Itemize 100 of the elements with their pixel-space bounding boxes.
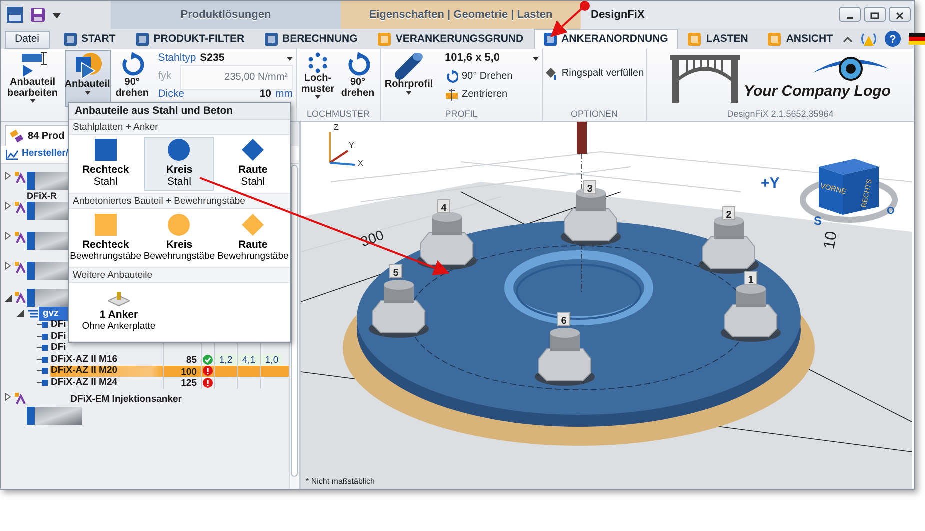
anchor-item-icon [37,356,49,364]
product-label: DFiX-EM Injektionsanker [70,392,182,406]
menu-section-heading: Anbetoniertes Bauteil + Bewehrungstäbe [69,194,290,209]
anchor-number: 3 [584,180,596,195]
chart-icon [6,150,18,160]
caret-icon [30,99,36,103]
table-cell: 4,1 [237,354,260,366]
ribbon-tab[interactable]: Datei [5,31,50,49]
direction-label: +Y [761,175,780,192]
anchor-item-icon [37,321,49,330]
scrollbar-thumb[interactable] [291,165,298,477]
product-icon [15,232,27,244]
expand-icon[interactable] [5,172,11,180]
menu-item[interactable]: Rechteck Stahl [70,137,141,191]
expand-icon[interactable] [5,202,11,210]
part-button[interactable]: Anbauteil [64,50,111,107]
axis-triad-icon [329,132,356,166]
tab-icon [378,33,391,46]
expand-icon[interactable] [5,262,11,270]
menu-item[interactable]: Kreis Bewehrungstäbe [144,211,214,265]
anchor-number: 2 [722,206,736,221]
steel-type-select[interactable]: S235 [200,51,293,67]
ribbon-tab[interactable]: BERECHNUNG [254,29,368,49]
anchor-plate-icon [108,292,130,306]
tree-row[interactable]: DFiX-AZ II M24 125 [1,377,289,388]
anchor-number: 6 [558,312,570,327]
pipe-profile-button[interactable]: Rohrprofil [384,50,434,107]
edit-part-button[interactable]: Anbauteil bearbeiten [4,50,62,107]
field-label: fyk [158,69,173,84]
ribbon-tab[interactable]: PRODUKT-FILTER [126,29,255,49]
anchor-item-icon [37,344,49,352]
menu-item[interactable]: 1 Anker Ohne Ankerplatte [69,285,169,339]
ribbon-tab[interactable]: LASTEN [678,29,758,49]
group-label: PROFIL [444,108,479,121]
minimize-button[interactable] [839,7,861,22]
app-icon[interactable] [7,7,23,23]
product-icon [15,292,27,304]
nut [535,328,595,386]
center-icon [446,88,458,100]
menu-item[interactable]: Raute Bewehrungstäbe [218,211,288,265]
menu-item[interactable]: Raute Stahl [218,137,288,191]
collapse-icon[interactable] [17,310,24,318]
caret-icon [315,95,321,99]
close-button[interactable] [889,7,911,22]
menu-item[interactable]: Kreis Stahl [144,137,214,191]
window-title: DesignFiX [591,8,645,23]
ribbon-tab[interactable]: ANSICHT [758,29,843,49]
menu-item[interactable]: Rechteck Bewehrungstäbe [70,211,141,265]
table-cell: 125 [163,377,201,388]
expand-icon[interactable] [5,392,11,400]
center-button[interactable]: Zentrieren [445,86,539,103]
tab-icon [264,33,278,46]
rotate-icon [120,52,144,78]
compass-label: O [887,206,895,217]
tab-icon [64,33,77,46]
tree-item-label: DFi [51,330,66,342]
caret-icon [533,56,539,60]
axis-label: Y [349,141,354,150]
rotate-profile-button[interactable]: 90° Drehen [445,68,539,85]
tree-item-label: DFiX-AZ II M20 [51,365,118,376]
hole-pattern-icon [307,52,329,74]
nut [369,280,429,338]
ribbon-tab[interactable]: START [54,29,126,49]
nut [721,284,781,342]
footnote: * Nicht maßstäblich [306,477,375,486]
product-icon [15,172,27,184]
product-photo-placeholder [27,406,82,425]
ribbon-tab[interactable]: ANKERANORDNUNG [534,29,678,49]
rotate-button[interactable]: 90° drehen [339,50,377,107]
context-group-label: Eigenschaften | Geometrie | Lasten [341,1,581,29]
anchor-number: 4 [438,200,450,214]
hole-pattern-button[interactable]: Loch-muster [300,50,336,107]
rotate-icon [446,70,458,83]
expand-icon[interactable] [5,232,11,240]
customize-caret-icon[interactable] [53,12,61,18]
manufacturer-link[interactable]: Hersteller/ [6,147,68,162]
products-tab[interactable]: 84 Prod [5,125,69,146]
axis-label: X [358,159,364,168]
axis-label: Z [334,123,339,132]
tree-item-label: DFi [51,319,66,330]
signal-warning-icon[interactable] [861,31,877,47]
german-flag-icon[interactable] [909,33,925,45]
collapse-ribbon-icon[interactable] [843,36,853,42]
fill-gap-button[interactable]: Ringspalt verfüllen [544,65,646,81]
ribbon-tab[interactable]: VERANKERUNGSGRUND [368,29,534,49]
fill-icon [544,66,558,80]
profile-size-select[interactable]: 101,6 x 5,0 [445,50,539,67]
group-label: LOCHMUSTER [306,108,371,121]
bridge-logo-icon [670,55,740,104]
context-group-label: Produktlösungen [111,1,341,29]
maximize-button[interactable] [864,7,886,22]
save-icon[interactable] [31,8,45,22]
menu-section-heading: Weitere Anbauteile [69,268,290,283]
collapse-icon[interactable] [5,294,12,302]
group-label: OPTIONEN [570,108,619,121]
anchor-item-icon [37,367,49,376]
menu-title: Anbauteile aus Stahl und Beton [69,103,290,120]
help-icon[interactable]: ? [885,31,901,47]
thickness-value[interactable]: 10 [260,87,272,103]
table-cell: 1,0 [260,354,283,366]
